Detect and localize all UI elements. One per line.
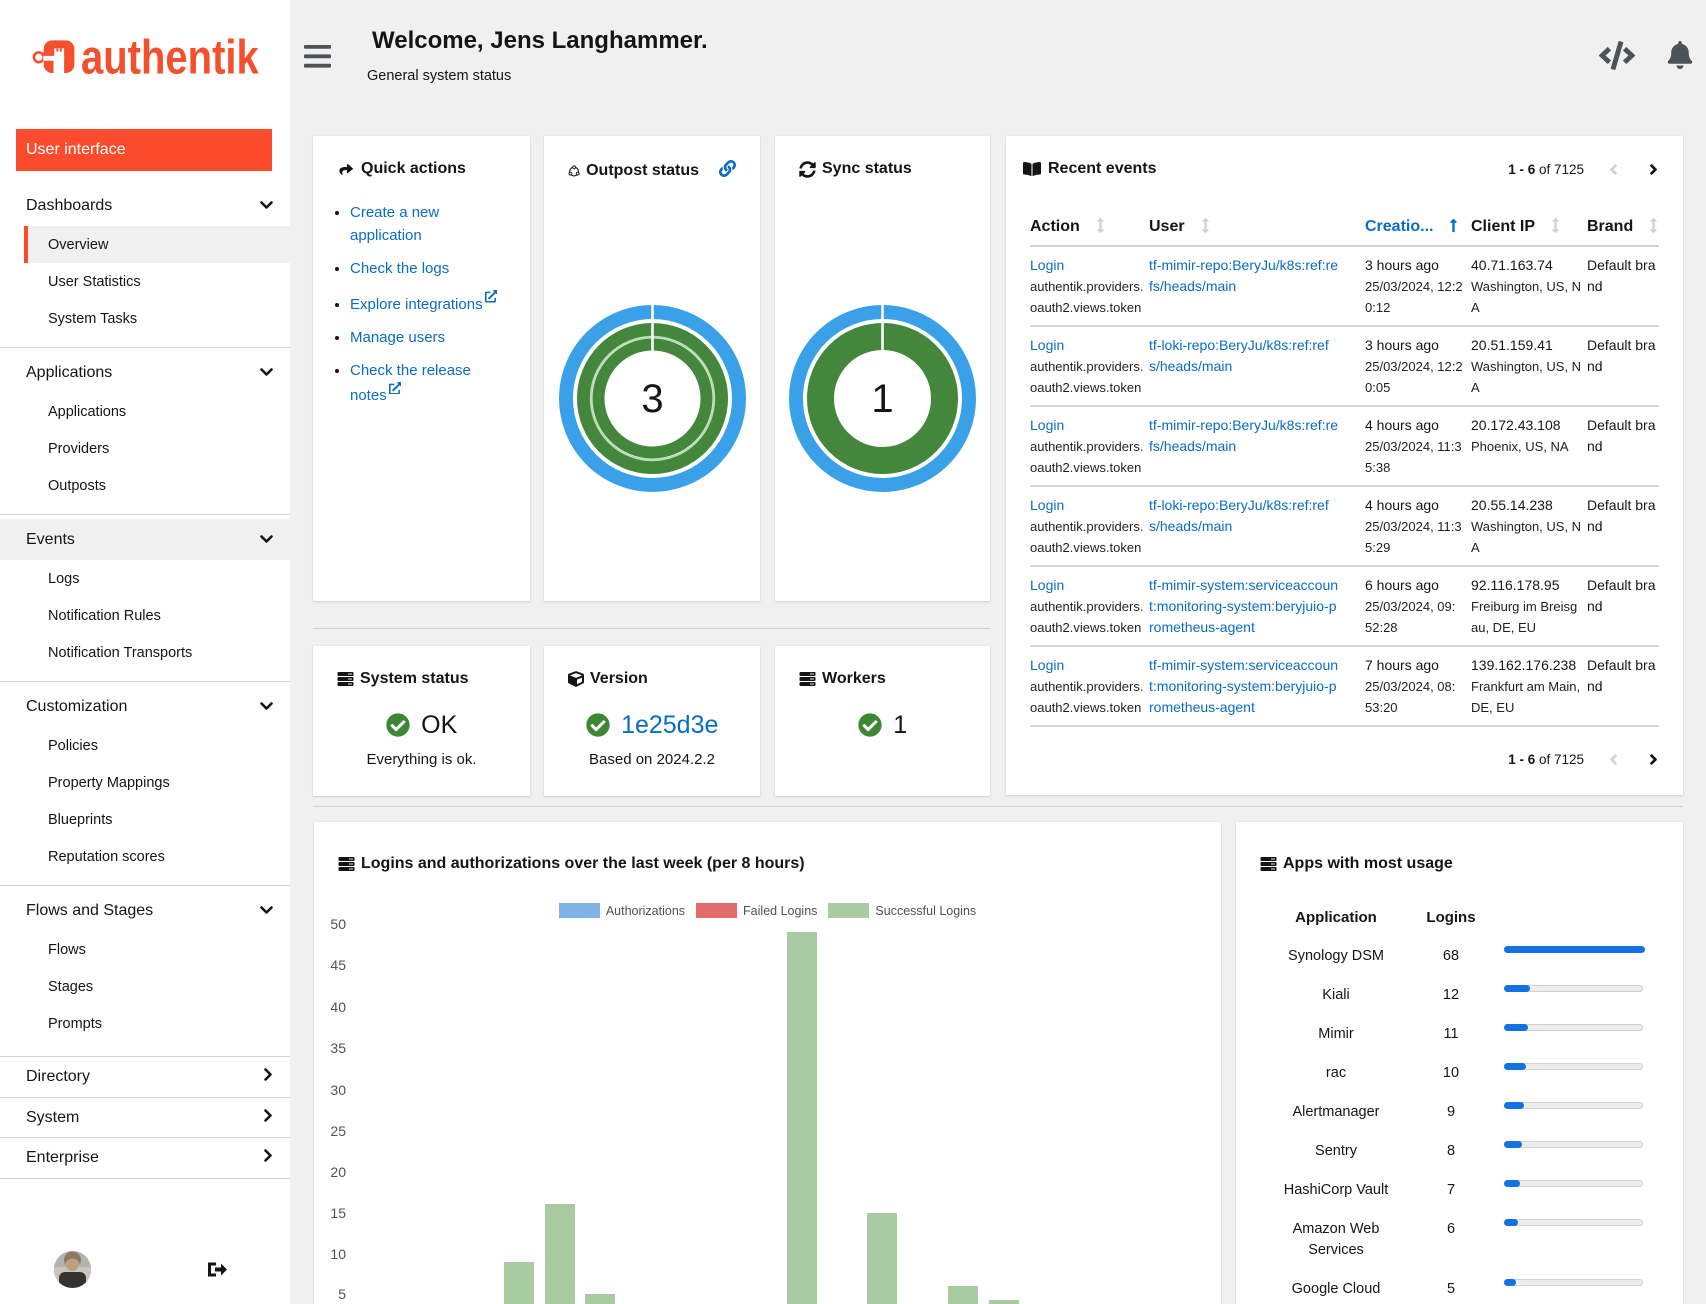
svg-text:authentik: authentik xyxy=(81,32,259,84)
